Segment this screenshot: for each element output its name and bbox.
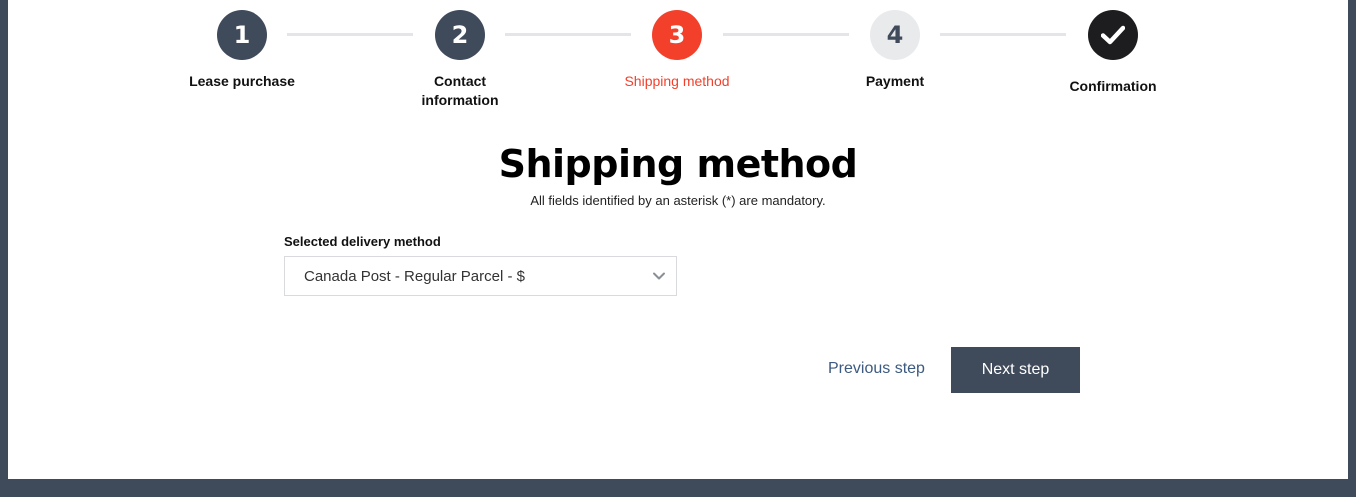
step-2-circle[interactable]: 2 — [435, 10, 485, 60]
step-3-label: Shipping method — [624, 73, 730, 89]
page-subtitle: All fields identified by an asterisk (*)… — [530, 193, 826, 208]
step-connector — [287, 33, 413, 36]
previous-step-link[interactable]: Previous step — [828, 360, 925, 378]
delivery-method-label: Selected delivery method — [284, 234, 441, 249]
delivery-method-value: Canada Post - Regular Parcel - $ — [304, 268, 525, 285]
step-connector — [505, 33, 631, 36]
step-5-label: Confirmation — [1069, 78, 1157, 94]
step-3-circle: 3 — [652, 10, 702, 60]
chevron-down-icon — [653, 272, 665, 280]
delivery-method-select[interactable]: Canada Post - Regular Parcel - $ — [284, 256, 677, 296]
next-step-button[interactable]: Next step — [951, 347, 1080, 393]
step-connector — [723, 33, 849, 36]
bottom-bar — [0, 479, 1356, 497]
step-1-label: Lease purchase — [189, 73, 295, 89]
page-title: Shipping method — [498, 142, 858, 186]
step-4-label: Payment — [865, 73, 925, 89]
step-connector — [940, 33, 1066, 36]
step-4-circle: 4 — [870, 10, 920, 60]
step-2-label: Contact information — [421, 73, 499, 108]
step-1-circle[interactable]: 1 — [217, 10, 267, 60]
checkmark-icon — [1101, 25, 1125, 45]
step-5-circle — [1088, 10, 1138, 60]
